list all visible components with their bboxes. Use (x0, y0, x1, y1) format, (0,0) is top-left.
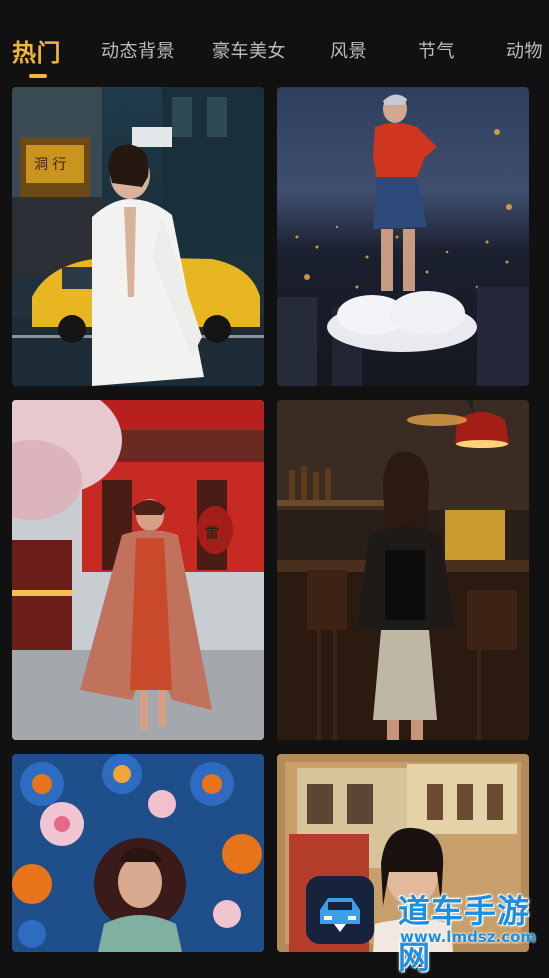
wallpaper-card-5[interactable] (12, 754, 264, 952)
wallpaper-card-1[interactable]: 洞 行 (12, 87, 264, 386)
wallpaper-thumbnail: 雷 (12, 400, 264, 740)
active-tab-indicator (29, 74, 47, 78)
wallpaper-card-4[interactable] (277, 400, 529, 740)
tab-solar-terms[interactable]: 节气 (418, 37, 455, 63)
wallpaper-thumbnail (12, 754, 264, 952)
category-tab-bar: 热门 动态背景 豪车美女 风景 节气 动物 (0, 0, 549, 82)
svg-text:洞 行: 洞 行 (34, 157, 66, 173)
watermark-url: www.lmdsz.com (400, 928, 537, 946)
car-icon (306, 876, 374, 944)
wallpaper-card-3[interactable]: 雷 (12, 400, 264, 740)
tab-dynamic-background[interactable]: 动态背景 (101, 37, 175, 63)
wallpaper-thumbnail (277, 400, 529, 740)
svg-text:雷: 雷 (205, 526, 219, 542)
watermark-logo (306, 876, 374, 944)
tab-cars-beauty[interactable]: 豪车美女 (212, 37, 286, 63)
wallpaper-thumbnail: 洞 行 (12, 87, 264, 386)
wallpaper-card-2[interactable] (277, 87, 529, 386)
tab-hot[interactable]: 热门 (12, 33, 61, 68)
wallpaper-thumbnail (277, 87, 529, 386)
tab-animals[interactable]: 动物 (506, 37, 543, 63)
tab-scenery[interactable]: 风景 (330, 37, 367, 63)
